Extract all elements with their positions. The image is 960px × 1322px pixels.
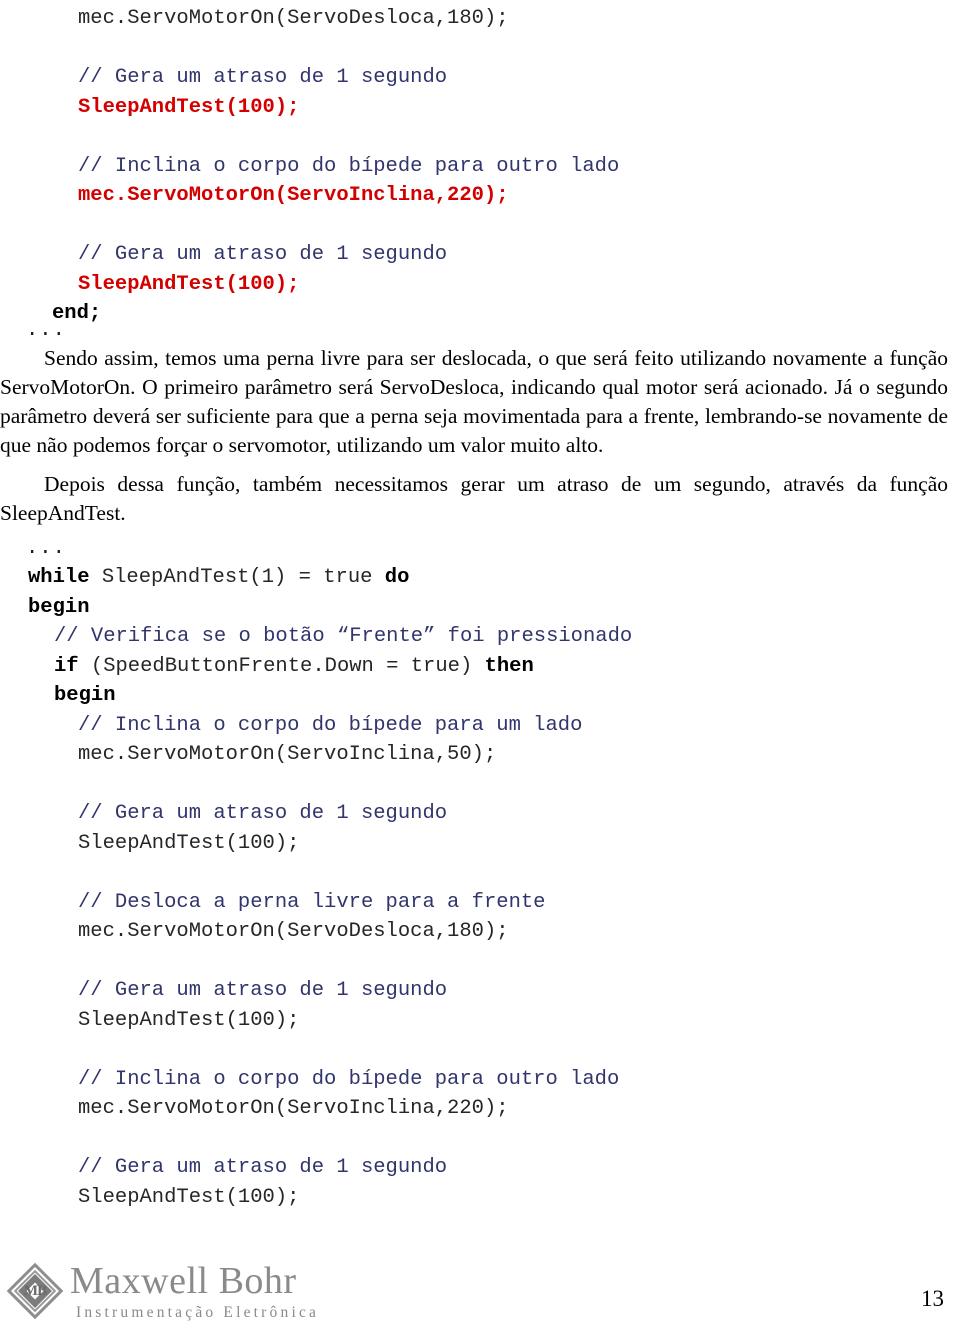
code-token-comment: // Inclina o corpo do bípede para outro … (78, 1067, 620, 1091)
code-token-kw: do (384, 566, 410, 589)
code-line: // Gera um atraso de 1 segundo (0, 1153, 940, 1183)
code-token-comment: // Inclina o corpo do bípede para outro … (78, 154, 620, 178)
code-line: // Gera um atraso de 1 segundo (0, 240, 940, 270)
paragraph-sleepandtest-explanation: Depois dessa função, também necessitamos… (0, 472, 948, 525)
code-token-kw: begin (54, 684, 116, 707)
code-token-kw: then (484, 654, 534, 678)
code-token-plain: mec.ServoMotorOn(ServoDesloca,180); (78, 7, 509, 30)
code-token-plain: SleepAndTest(1) = true (101, 566, 385, 589)
code-token-kw: begin (28, 595, 90, 619)
code-token-plain: SleepAndTest(100); (78, 1185, 300, 1209)
logo-monogram-text: MB (23, 1282, 47, 1299)
code-token-comment: // Gera um atraso de 1 segundo (78, 979, 448, 1002)
code-token-kw: while (28, 566, 102, 589)
code-token-plain: SleepAndTest(100); (78, 1008, 300, 1032)
code-line: SleepAndTest(100); (0, 270, 940, 300)
code-line: mec.ServoMotorOn(ServoInclina,220); (0, 181, 940, 211)
ellipsis-separator-top: ... (26, 319, 66, 342)
code-token-comment: // Gera um atraso de 1 segundo (78, 243, 448, 266)
code-block-top: mec.ServoMotorOn(ServoDesloca,180); // Ge… (0, 4, 940, 329)
code-token-comment: // Inclina o corpo do bípede para um lad… (78, 713, 583, 737)
code-token-comment: // Desloca a perna livre para a frente (78, 890, 546, 914)
code-line: // Inclina o corpo do bípede para um lad… (0, 711, 940, 741)
ellipsis-separator-bottom: ... (26, 537, 66, 560)
code-line: begin (0, 593, 940, 623)
code-block-bottom: while SleepAndTest(1) = true do begin// V… (0, 563, 940, 1212)
code-line: // Inclina o corpo do bípede para outro … (0, 1065, 940, 1095)
document-page: mec.ServoMotorOn(ServoDesloca,180); // Ge… (0, 0, 960, 1322)
code-line: SleepAndTest(100); (0, 93, 940, 123)
code-line: // Gera um atraso de 1 segundo (0, 63, 940, 93)
code-token-comment: // Gera um atraso de 1 segundo (78, 66, 448, 89)
page-footer: MB Maxwell Bohr Instrumentação Eletrônic… (0, 1258, 960, 1322)
code-line: SleepAndTest(100); (0, 1006, 940, 1036)
code-line: if (SpeedButtonFrente.Down = true) then (0, 652, 940, 682)
code-line: begin (0, 681, 940, 711)
code-line: mec.ServoMotorOn(ServoDesloca,180); (0, 917, 940, 947)
code-token-plain: mec.ServoMotorOn(ServoDesloca,180); (78, 920, 509, 943)
code-token-red: SleepAndTest(100); (78, 272, 300, 296)
code-token-comment: // Gera um atraso de 1 segundo (78, 802, 448, 825)
code-token-plain: (SpeedButtonFrente.Down = true) (90, 654, 485, 678)
code-token-plain: mec.ServoMotorOn(ServoInclina,220); (78, 1097, 509, 1120)
code-line: mec.ServoMotorOn(ServoInclina,50); (0, 740, 940, 770)
code-line: // Gera um atraso de 1 segundo (0, 976, 940, 1006)
page-number: 13 (921, 1286, 944, 1311)
code-line: // Gera um atraso de 1 segundo (0, 799, 940, 829)
code-line: mec.ServoMotorOn(ServoInclina,220); (0, 1094, 940, 1124)
code-line: end; (0, 299, 940, 329)
code-token-kw: if (54, 654, 91, 678)
code-line: while SleepAndTest(1) = true do (0, 563, 940, 593)
code-token-plain: SleepAndTest(100); (78, 831, 300, 855)
code-token-comment: // Verifica se o botão “Frente” foi pres… (54, 625, 633, 648)
logo-text-group: Maxwell Bohr Instrumentação Eletrônica (70, 1262, 319, 1321)
code-line: // Desloca a perna livre para a frente (0, 888, 940, 918)
paragraph-servomotoron-explanation: Sendo assim, temos uma perna livre para … (0, 346, 948, 457)
code-token-plain: mec.ServoMotorOn(ServoInclina,50); (78, 743, 497, 766)
code-line: SleepAndTest(100); (0, 1183, 940, 1213)
logo-title: Maxwell Bohr (70, 1260, 297, 1302)
code-token-red: SleepAndTest(100); (78, 95, 300, 119)
logo-subtitle: Instrumentação Eletrônica (76, 1304, 320, 1321)
code-line: // Inclina o corpo do bípede para outro … (0, 152, 940, 182)
code-token-comment: // Gera um atraso de 1 segundo (78, 1156, 448, 1179)
code-line: SleepAndTest(100); (0, 829, 940, 859)
code-line: mec.ServoMotorOn(ServoDesloca,180); (0, 4, 940, 34)
code-token-red: mec.ServoMotorOn(ServoInclina,220); (78, 184, 509, 207)
diamond-monogram-icon: MB (6, 1262, 64, 1320)
maxwell-bohr-logo: MB Maxwell Bohr Instrumentação Eletrônic… (6, 1262, 319, 1321)
code-line: // Verifica se o botão “Frente” foi pres… (0, 622, 940, 652)
